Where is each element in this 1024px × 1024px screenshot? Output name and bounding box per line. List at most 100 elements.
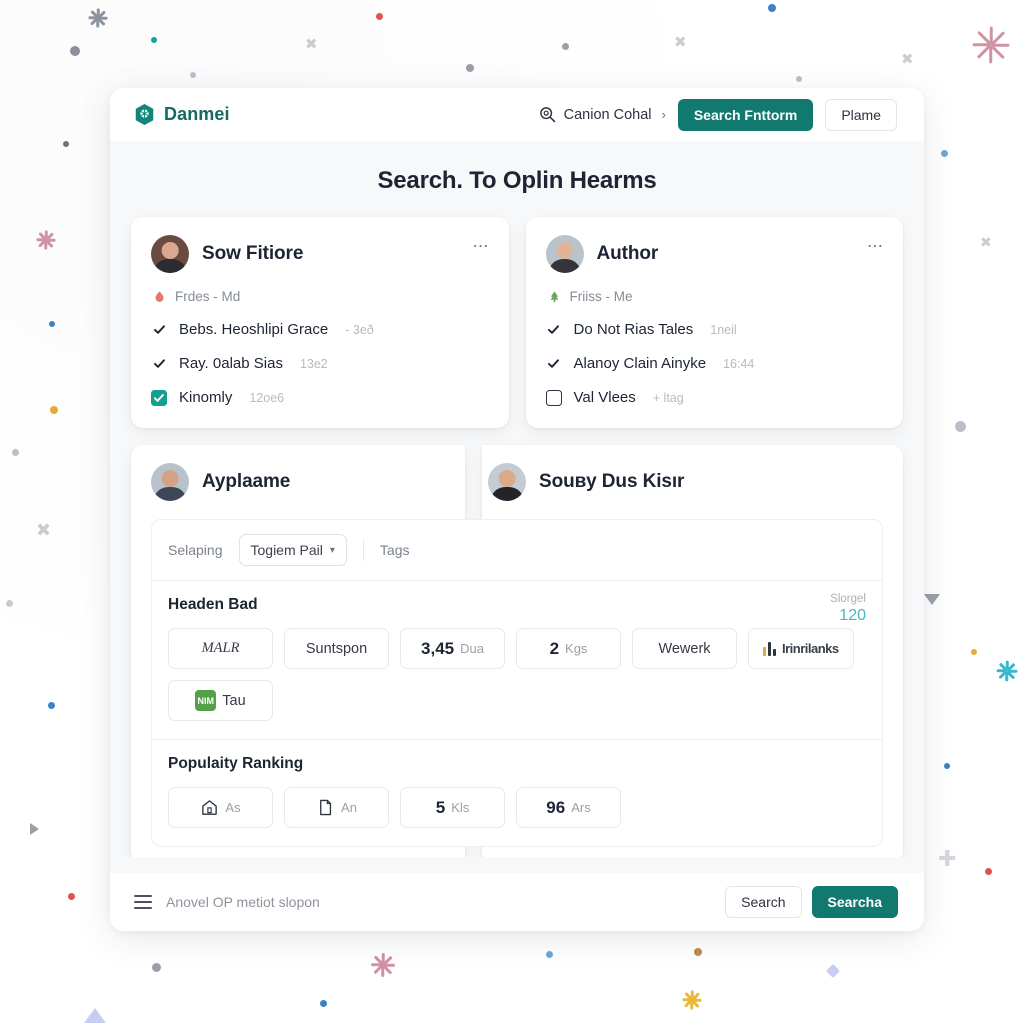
person-name: Ayplaame bbox=[202, 471, 291, 492]
triangle-icon bbox=[924, 594, 940, 605]
app-footer: Anovel OP metiot slopon Search Searcha bbox=[110, 873, 924, 931]
todo-meta: 16:44 bbox=[723, 356, 755, 371]
person-card: ⋯ Author Friiss - Me Do Not Rias Tales 1… bbox=[525, 217, 903, 428]
chip-label: Irinrilanks bbox=[782, 641, 839, 656]
checkbox-checked[interactable] bbox=[545, 355, 562, 372]
deco-dot bbox=[546, 951, 553, 958]
sparkle-icon bbox=[680, 988, 704, 1012]
checkbox-checked[interactable] bbox=[151, 355, 167, 372]
header-nav-link-label: Canion Cohal bbox=[563, 106, 652, 123]
person-card-header: Author bbox=[545, 235, 884, 273]
plus-icon: ✚ bbox=[938, 846, 957, 871]
deco-dot bbox=[320, 1000, 327, 1007]
hamburger-icon[interactable] bbox=[134, 895, 152, 909]
todo-meta: 12oe6 bbox=[249, 390, 285, 405]
checkbox-checked[interactable] bbox=[151, 321, 167, 338]
chip-value: 5 bbox=[435, 797, 446, 817]
todo-item[interactable]: Bebs. Heoshlipi Grace - 3eð bbox=[151, 321, 489, 338]
todo-item[interactable]: Alanoy Clain Ainyke 16:44 bbox=[545, 355, 884, 372]
footer-actions: Search Searcha bbox=[725, 886, 898, 918]
deco-dot bbox=[151, 37, 157, 43]
chip-tau[interactable]: NIM Tau bbox=[168, 680, 273, 721]
chip-unit: Kgs bbox=[565, 641, 588, 656]
header-nav-link[interactable]: Canion Cohal › bbox=[539, 106, 666, 123]
chip-as[interactable]: As bbox=[168, 787, 273, 828]
section-populaity-ranking: Populaity Ranking As An 5 Kls 96 Ars bbox=[152, 739, 882, 846]
magnifier-icon bbox=[539, 107, 555, 123]
kebab-menu-icon[interactable]: ⋯ bbox=[473, 239, 490, 255]
kebab-menu-icon[interactable]: ⋯ bbox=[867, 239, 884, 255]
section-headen-bad: Slorgel 120 Headen Bad MALR Suntspon 3,4… bbox=[152, 581, 882, 739]
chip-kgs[interactable]: 2 Kgs bbox=[516, 628, 621, 669]
todo-label: Kinomly bbox=[179, 389, 233, 406]
deco-dot bbox=[941, 150, 948, 157]
page-title: Search. To Oplin Hearms bbox=[377, 167, 657, 194]
chip-kls[interactable]: 5 Kls bbox=[400, 787, 505, 828]
deco-dot bbox=[6, 600, 13, 607]
todo-label: Bebs. Heoshlipi Grace bbox=[179, 321, 329, 338]
deco-dot bbox=[12, 449, 19, 456]
todo-meta: - 3eð bbox=[345, 322, 374, 337]
person-card-header: Sow Fitiore bbox=[151, 235, 489, 273]
chip-irinrilanks[interactable]: Irinrilanks bbox=[748, 628, 854, 669]
chip-unit: Ars bbox=[571, 800, 591, 815]
footer-search-button[interactable]: Search bbox=[725, 886, 802, 918]
avatar bbox=[151, 463, 189, 501]
section-meter: Slorgel 120 bbox=[830, 593, 866, 625]
deco-dot bbox=[562, 43, 569, 50]
section-title: Headen Bad bbox=[168, 596, 258, 613]
lower-card-headers: Ayplaame Souвy Dus Kisır bbox=[151, 463, 883, 501]
todo-meta: 1neil bbox=[710, 322, 737, 337]
todo-item[interactable]: Ray. 0alab Sias 13e2 bbox=[151, 355, 489, 372]
deco-dot bbox=[768, 4, 776, 12]
person-name: Souвy Dus Kisır bbox=[539, 471, 685, 492]
chip-ars[interactable]: 96 Ars bbox=[516, 787, 621, 828]
lower-card-content: Ayplaame Souвy Dus Kisır Selaping Togiem… bbox=[131, 445, 903, 857]
header-actions: Canion Cohal › Search Fnttorm Plame bbox=[539, 98, 897, 131]
chip-label: Tau bbox=[222, 692, 246, 709]
chip-wewerk[interactable]: Wewerk bbox=[632, 628, 737, 669]
chip-malr[interactable]: MALR bbox=[168, 628, 273, 669]
deco-dot bbox=[944, 763, 950, 769]
chip-unit: Dua bbox=[460, 641, 484, 656]
tab-selaping[interactable]: Selaping bbox=[168, 542, 223, 558]
deco-dot bbox=[376, 13, 383, 20]
checkbox-checked-filled[interactable] bbox=[151, 389, 167, 406]
chip-suntspon[interactable]: Suntspon bbox=[284, 628, 389, 669]
search-platform-button[interactable]: Search Fnttorm bbox=[677, 98, 814, 131]
cross-icon: ✖ bbox=[305, 35, 318, 53]
chip-an[interactable]: An bbox=[284, 787, 389, 828]
checkbox-checked[interactable] bbox=[545, 321, 562, 338]
app-body: Search. To Oplin Hearms ⋯ Sow Fitiore Fr… bbox=[110, 141, 924, 857]
chip-label: An bbox=[341, 800, 357, 815]
todo-item[interactable]: Kinomly 12oe6 bbox=[151, 389, 489, 406]
chevron-right-icon: › bbox=[661, 107, 666, 122]
deco-dot bbox=[694, 948, 702, 956]
screen-root: ✖ ✖ ✖ ✖ ✖ ✚ Danmei Canion Cohal › Search… bbox=[0, 0, 1024, 1024]
tab-tags[interactable]: Tags bbox=[380, 542, 410, 558]
chip-label: Suntspon bbox=[305, 640, 368, 657]
brand[interactable]: Danmei bbox=[134, 103, 230, 126]
person-subtitle-text: Friiss - Me bbox=[569, 289, 633, 304]
todo-item[interactable]: Do Not Rias Tales 1neil bbox=[545, 321, 884, 338]
chip-label: Wewerk bbox=[658, 640, 711, 657]
chip-group: As An 5 Kls 96 Ars bbox=[168, 787, 866, 828]
triangle-icon bbox=[30, 823, 39, 835]
todo-item[interactable]: Val Vlees + ltag bbox=[545, 389, 884, 406]
chip-dua[interactable]: 3,45 Dua bbox=[400, 628, 505, 669]
sparkle-icon bbox=[34, 228, 58, 252]
deco-dot bbox=[152, 963, 161, 972]
chip-group: MALR Suntspon 3,45 Dua 2 Kgs Wewerk Irin… bbox=[168, 628, 866, 721]
plame-button[interactable]: Plame bbox=[825, 98, 897, 131]
brand-name: Danmei bbox=[164, 104, 230, 124]
todo-label: Alanoy Clain Ainyke bbox=[573, 355, 707, 372]
sparkle-icon bbox=[968, 22, 1014, 68]
cross-icon: ✖ bbox=[674, 33, 687, 51]
togiem-pail-select[interactable]: Togiem Pail ▾ bbox=[238, 534, 347, 566]
deco-dot bbox=[955, 421, 966, 432]
todo-list: Do Not Rias Tales 1neil Alanoy Clain Ain… bbox=[545, 321, 884, 406]
deco-dot bbox=[466, 64, 474, 72]
checkbox-unchecked[interactable] bbox=[545, 389, 562, 406]
footer-searcha-button[interactable]: Searcha bbox=[811, 886, 898, 918]
bar-chart-icon bbox=[763, 641, 776, 656]
